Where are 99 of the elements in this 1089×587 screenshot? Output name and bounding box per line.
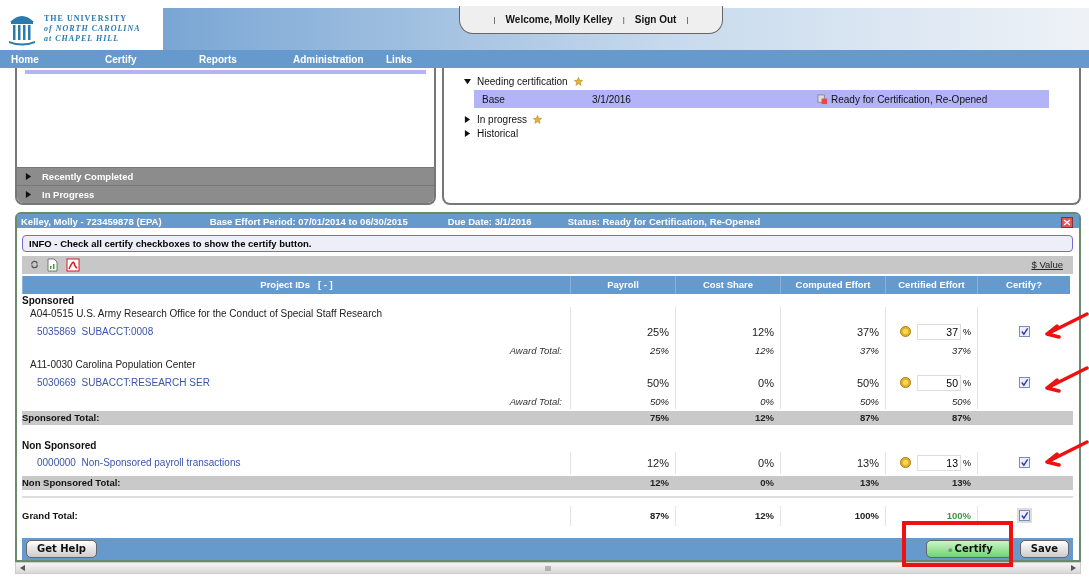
table-cell: 25% [570,320,675,343]
group-heading: Non Sponsored [22,439,98,451]
column-header: Certified Effort [885,275,977,294]
save-button[interactable]: Save [1019,539,1069,558]
certify-checkbox[interactable] [1018,326,1030,338]
title-text: Base Effort Period: 07/01/2014 to 06/30/2015 [209,215,408,227]
award-title: A11-0030 Carolina Population Center [29,359,197,371]
column-header: Computed Effort [780,275,885,294]
expand-icon[interactable] [25,173,32,180]
table-cell: 50% [780,393,885,409]
percent-unit: % [963,457,971,468]
certify-icon [944,543,953,555]
table-cell: 0% [675,393,780,409]
award-total-label: Award Total: [508,344,563,356]
coin-icon[interactable] [900,326,911,338]
expand-icon[interactable] [464,129,471,137]
table-cell-text: 0% [759,476,775,490]
table-cell: 0% [675,451,780,474]
tree-item[interactable]: Needing certification [477,75,568,87]
certified-effort-field[interactable]: 37 [917,323,961,340]
pdf-icon[interactable] [66,257,80,272]
table-cell-text: 87% [951,411,972,425]
certify-checkbox[interactable] [1018,510,1030,522]
subtotal-label: Sponsored Total: [22,412,101,424]
table-cell: 25% [570,342,675,358]
table-cell: 50% [885,393,977,409]
tree-item[interactable]: Historical [477,127,519,139]
statement-date: 3/1/2016 [592,93,632,105]
close-button[interactable] [1061,217,1073,228]
annotation-arrow [1043,312,1089,342]
value-link[interactable]: $ Value [1031,259,1063,271]
refresh-icon[interactable] [30,260,39,270]
table-cell: 12% [570,451,675,474]
group-heading: Sponsored [22,294,76,306]
certify-checkbox[interactable] [1018,457,1030,469]
title-text: Status: Ready for Certification, Re-Opened [567,215,761,227]
table-cell: 50% [780,371,885,394]
expand-icon[interactable] [25,191,32,198]
table-cell-text: 87% [859,411,880,425]
section-label: In Progress [42,189,95,200]
statement-status: Ready for Certification, Re-Opened [831,93,988,105]
table-cell: 87% [570,505,675,526]
table-cell-text: 75% [649,411,670,425]
table-cell: 50% [570,371,675,394]
certify-checkbox[interactable] [1018,377,1030,389]
table-cell: 100% [780,505,885,526]
subtotal-label: Non Sponsored Total: [22,477,122,489]
table-cell-text: 12% [649,476,670,490]
welcome-text: Welcome, Molly Kelley [505,14,613,25]
sign-out-link[interactable]: Sign Out [634,14,677,25]
column-header: Payroll [570,275,675,294]
separator: | [493,15,496,24]
expand-icon[interactable] [464,115,471,123]
account-link[interactable]: 0000000 Non-Sponsored payroll transactions [37,457,241,469]
info-message: INFO - Check all certify checkboxes to show the certify button. [22,235,1073,252]
award-title: A04-0515 U.S. Army Research Office for the Conduct of Special Staff Research [29,308,384,320]
scroll-left-icon[interactable] [20,565,25,571]
scroll-right-icon[interactable] [1071,565,1076,571]
section-label: Recently Completed [42,171,134,182]
certified-effort-field[interactable]: 13 [917,454,961,471]
table-cell: 100% [885,505,977,526]
table-cell: 13% [780,451,885,474]
status-icon [817,93,828,105]
percent-unit: % [963,377,971,388]
table-cell-text: 12% [754,411,775,425]
account-link[interactable]: 5035869 SUBACCT:0008 [37,326,154,338]
table-cell: 0% [675,371,780,394]
coin-icon[interactable] [900,457,911,469]
coin-icon[interactable] [900,377,911,389]
annotation-arrow [1043,366,1089,396]
percent-unit: % [963,326,971,337]
table-cell-text: 13% [951,476,972,490]
column-header: Cost Share [675,275,780,294]
grand-total-label: Grand Total: [22,510,79,522]
table-cell: 37% [780,342,885,358]
table-cell: 37% [780,320,885,343]
award-total-label: Award Total: [508,395,563,407]
spreadsheet-icon[interactable] [47,257,58,272]
column-header: Certify? [977,275,1070,294]
certify-button[interactable]: Certify [925,539,1012,558]
certified-effort-field[interactable]: 50 [917,374,961,391]
table-cell: 37% [885,342,977,358]
separator: | [622,15,625,24]
tree-item[interactable]: In progress [477,113,528,125]
separator: | [686,15,689,24]
collapse-icon[interactable] [464,77,471,85]
university-name: THE UNIVERSITY of NORTH CAROLINA at CHAPEL HILL [44,14,141,44]
annotation-arrow [1043,440,1089,470]
table-cell: 12% [675,320,780,343]
account-link[interactable]: 5030669 SUBACCT:RESEARCH SER [37,377,210,389]
statement-row[interactable]: Base 3/1/2016 Ready for Certification, Re-Opened [474,90,1049,108]
table-cell: 12% [675,505,780,526]
table-cell-text: 13% [859,476,880,490]
table-cell: 50% [570,393,675,409]
statement-type: Base [482,93,506,105]
title-text: Kelley, Molly - 723459878 (EPA) [21,215,162,227]
title-text: Due Date: 3/1/2016 [447,215,532,227]
get-help-button[interactable]: Get Help [26,539,97,558]
table-cell: 12% [675,342,780,358]
